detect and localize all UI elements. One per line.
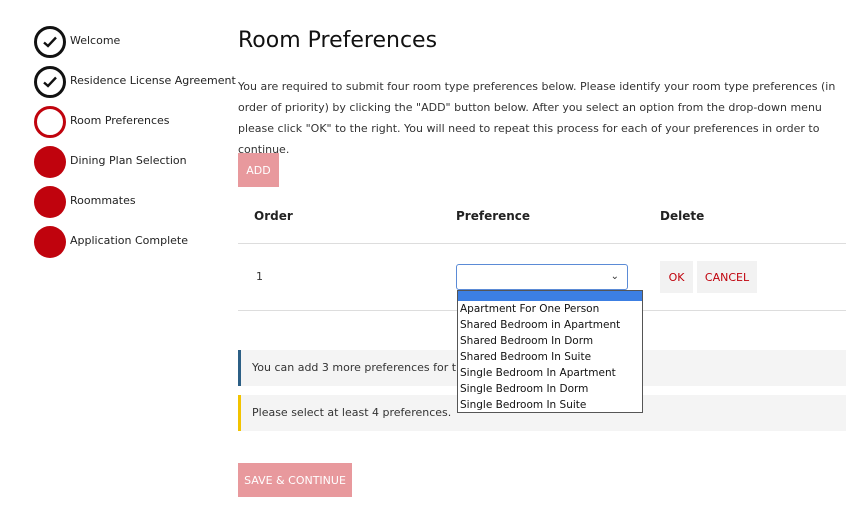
column-header-delete: Delete <box>660 209 705 223</box>
step-residence-license-agreement[interactable]: Residence License Agreement <box>34 64 236 104</box>
dropdown-option[interactable]: Shared Bedroom In Suite <box>458 349 642 365</box>
step-dining-plan-selection: Dining Plan Selection <box>34 144 230 184</box>
page-title: Room Preferences <box>238 28 438 53</box>
step-status-todo <box>34 186 66 218</box>
step-application-complete: Application Complete <box>34 224 230 264</box>
ok-button[interactable]: OK <box>660 261 693 293</box>
instructions-text: You are required to submit four room typ… <box>238 80 836 156</box>
step-status-done <box>34 66 66 98</box>
info-alert-text: You can add 3 more preferences for this <box>252 361 472 374</box>
dropdown-option[interactable]: Single Bedroom In Dorm <box>458 381 642 397</box>
preference-select[interactable]: ⌄ <box>456 264 628 290</box>
step-status-todo <box>34 146 66 178</box>
dropdown-option[interactable]: Shared Bedroom in Apartment <box>458 317 642 333</box>
step-label: Dining Plan Selection <box>70 154 187 167</box>
step-status-done <box>34 26 66 58</box>
chevron-down-icon: ⌄ <box>610 271 619 282</box>
preference-dropdown-list[interactable]: Apartment For One Person Shared Bedroom … <box>457 290 643 413</box>
step-welcome[interactable]: Welcome <box>34 24 230 64</box>
order-cell: 1 <box>256 270 263 283</box>
step-label: Room Preferences <box>70 114 170 127</box>
progress-sidebar: Welcome Residence License Agreement Room… <box>34 24 236 264</box>
step-label: Welcome <box>70 34 121 47</box>
save-and-continue-button[interactable]: SAVE & CONTINUE <box>238 463 352 497</box>
step-roommates: Roommates <box>34 184 230 224</box>
step-status-current <box>34 106 66 138</box>
column-header-preference: Preference <box>456 209 531 223</box>
step-label: Application Complete <box>70 234 188 247</box>
step-status-todo <box>34 226 66 258</box>
column-header-order: Order <box>254 209 293 223</box>
step-label: Roommates <box>70 194 136 207</box>
step-label: Residence License Agreement <box>70 74 236 87</box>
dropdown-option[interactable]: Apartment For One Person <box>458 301 642 317</box>
dropdown-option[interactable]: Single Bedroom In Suite <box>458 397 642 413</box>
dropdown-option-highlighted[interactable] <box>458 291 642 301</box>
check-icon <box>43 76 57 88</box>
step-room-preferences[interactable]: Room Preferences <box>34 104 230 144</box>
check-icon <box>43 36 57 48</box>
cancel-button[interactable]: CANCEL <box>697 261 757 293</box>
warning-alert-text: Please select at least 4 preferences. <box>252 406 452 419</box>
dropdown-option[interactable]: Shared Bedroom In Dorm <box>458 333 642 349</box>
add-button[interactable]: ADD <box>238 153 279 187</box>
dropdown-option[interactable]: Single Bedroom In Apartment <box>458 365 642 381</box>
table-divider <box>238 243 846 244</box>
